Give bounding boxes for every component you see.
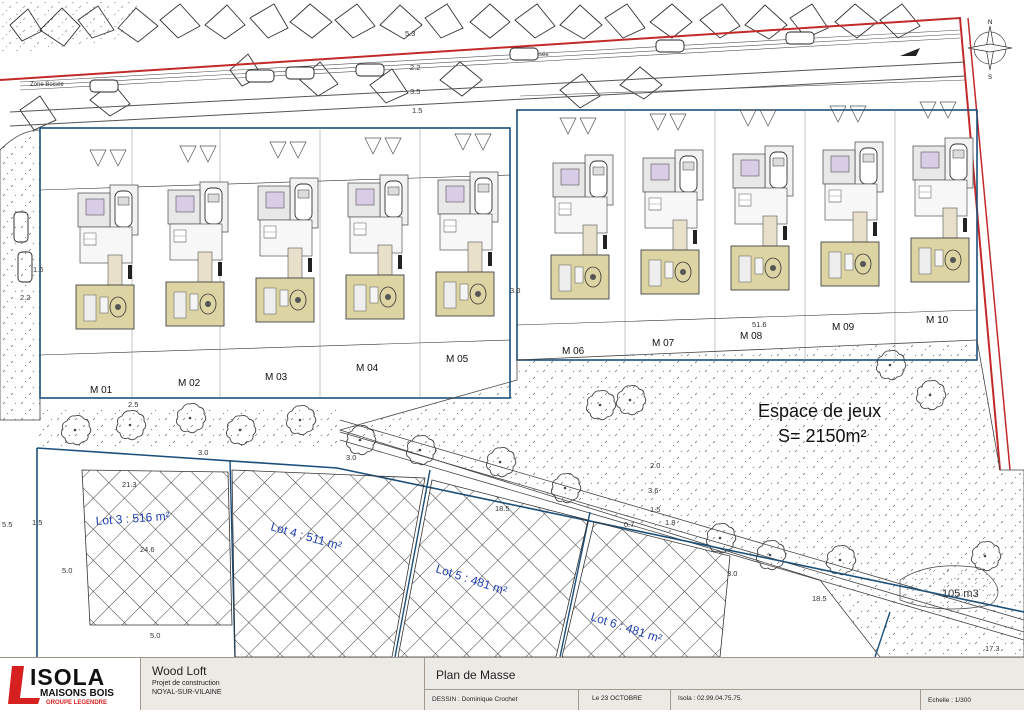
dimension-label: 3.5 <box>410 87 420 96</box>
dimension-label: 1.5 <box>32 518 42 527</box>
playground-area-label: S= 2150m² <box>778 426 867 446</box>
compass-s: S <box>988 75 992 81</box>
dimension-label: 1.8 <box>665 518 675 527</box>
dimension-label: 51.6 <box>752 320 767 329</box>
dimension-label: 3.0 <box>727 569 737 578</box>
drawing-scale: Echelle : 1/300 <box>928 697 972 704</box>
dimension-label: 24.6 <box>140 545 155 554</box>
dimension-label: 0.7 <box>624 520 634 529</box>
compass-n: N <box>988 20 992 26</box>
project-name: Wood Loft <box>152 664 207 678</box>
company-logo: ISOLA MAISONS BOIS GROUPE LEGENDRE <box>0 658 140 710</box>
dimension-label: 1.5 <box>412 106 422 115</box>
dimension-label: 5.0 <box>150 631 160 640</box>
house-label: M 04 <box>356 363 379 374</box>
house-label: M 03 <box>265 372 288 383</box>
drawing-date: Le 23 OCTOBRE <box>592 695 643 702</box>
playground-title: Espace de jeux <box>758 401 881 421</box>
dimension-label: 3.0 <box>198 448 208 457</box>
dimension-label: 2.2 <box>410 63 420 72</box>
logo-sub: MAISONS BOIS <box>40 688 114 699</box>
logo-main: ISOLA <box>30 664 106 690</box>
house-label: M 01 <box>90 385 113 396</box>
house-label: M 02 <box>178 378 201 389</box>
dimension-label: 5.5 <box>2 520 12 529</box>
dimension-label: 2.5 <box>128 400 138 409</box>
dimension-label: 18.5 <box>812 594 827 603</box>
dimension-label: 17.3 <box>985 644 1000 653</box>
site-plan: Zone Boisée Zone Boisée N S <box>0 0 1024 657</box>
project-type: Projet de construction <box>152 680 220 687</box>
dimension-label: 18.5 <box>495 504 510 513</box>
company-phone: Isola : 02.99.04.75.75. <box>678 695 743 702</box>
logo-tag: GROUPE LEGENDRE <box>46 700 108 706</box>
dimension-label: 1.5 <box>650 505 660 514</box>
dimension-label: 2.0 <box>650 461 660 470</box>
dimension-label: 3.0 <box>346 453 356 462</box>
house-label: M 05 <box>446 354 469 365</box>
house-label: M 06 <box>562 346 585 357</box>
dimension-label: 3.0 <box>510 286 520 295</box>
title-block: ISOLA MAISONS BOIS GROUPE LEGENDRE Wood … <box>0 657 1024 710</box>
dimension-label: 5.0 <box>62 566 72 575</box>
dimension-label: 3.6 <box>648 486 658 495</box>
sheet-title: Plan de Masse <box>436 668 516 682</box>
house-label: M 10 <box>926 315 949 326</box>
project-city: NOYAL-SUR-VILAINE <box>152 689 222 696</box>
dimension-label: 1.6 <box>33 265 43 274</box>
dimension-label: 5.3 <box>405 29 415 38</box>
zone-boisee-label: Zone Boisée <box>30 82 64 88</box>
dimension-label: 2.2 <box>20 293 30 302</box>
house-label: M 07 <box>652 338 675 349</box>
house-label: M 08 <box>740 331 763 342</box>
house-label: M 09 <box>832 322 855 333</box>
drawn-by: DESSIN : Dominique Crochet <box>432 696 518 703</box>
dimension-label: 21.3 <box>122 480 137 489</box>
